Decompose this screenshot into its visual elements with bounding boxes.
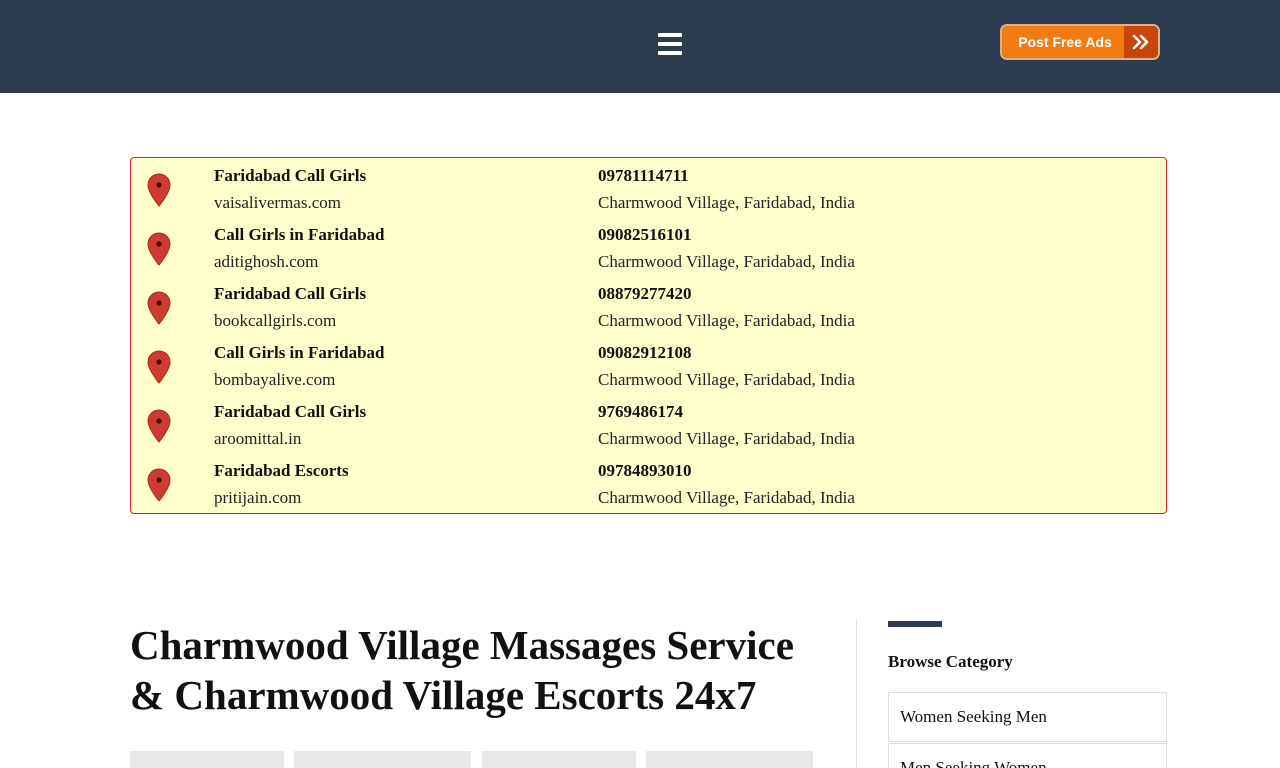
listing-row[interactable]: Faridabad Call Girls vaisalivermas.com 0… bbox=[131, 165, 1166, 221]
gallery-thumbnail[interactable] bbox=[294, 751, 471, 768]
listing-location: Charmwood Village, Faridabad, India bbox=[598, 370, 855, 389]
listing-name[interactable]: Faridabad Call Girls bbox=[214, 283, 366, 305]
listing-name[interactable]: Faridabad Escorts bbox=[214, 460, 349, 482]
listing-name[interactable]: Faridabad Call Girls bbox=[214, 165, 366, 187]
listing-phone[interactable]: 09082912108 bbox=[598, 342, 692, 364]
listing-phone[interactable]: 09784893010 bbox=[598, 460, 692, 482]
map-pin-icon bbox=[147, 173, 171, 207]
listing-phone[interactable]: 08879277420 bbox=[598, 283, 692, 305]
listing-location: Charmwood Village, Faridabad, India bbox=[598, 488, 855, 507]
page-title-line-1: Charmwood Village Massages Service bbox=[130, 622, 794, 668]
listing-location: Charmwood Village, Faridabad, India bbox=[598, 252, 855, 271]
listing-location: Charmwood Village, Faridabad, India bbox=[598, 429, 855, 448]
map-pin-icon bbox=[147, 291, 171, 325]
listing-location: Charmwood Village, Faridabad, India bbox=[598, 311, 855, 330]
listing-location: Charmwood Village, Faridabad, India bbox=[598, 193, 855, 212]
map-pin-icon bbox=[147, 409, 171, 443]
sidebar-heading: Browse Category bbox=[888, 652, 1013, 671]
listing-row[interactable]: Call Girls in Faridabad bombayalive.com … bbox=[131, 342, 1166, 398]
listing-website[interactable]: aroomittal.in bbox=[214, 428, 301, 450]
listing-website[interactable]: bookcallgirls.com bbox=[214, 310, 336, 332]
listing-phone[interactable]: 09082516101 bbox=[598, 224, 692, 246]
map-pin-icon bbox=[147, 232, 171, 266]
top-navbar: Post Free Ads bbox=[0, 0, 1280, 93]
page-title: Charmwood Village Massages Service & Cha… bbox=[130, 620, 830, 720]
gallery-thumbnail[interactable] bbox=[646, 751, 813, 768]
listing-row[interactable]: Call Girls in Faridabad aditighosh.com 0… bbox=[131, 224, 1166, 280]
listing-row[interactable]: Faridabad Escorts pritijain.com 09784893… bbox=[131, 460, 1166, 516]
listing-phone[interactable]: 9769486174 bbox=[598, 401, 683, 423]
post-free-ads-label: Post Free Ads bbox=[1002, 26, 1124, 58]
listing-website[interactable]: pritijain.com bbox=[214, 487, 301, 509]
gallery-thumbnail[interactable] bbox=[482, 751, 636, 768]
listing-website[interactable]: bombayalive.com bbox=[214, 369, 335, 391]
category-women-seeking-men[interactable]: Women Seeking Men bbox=[888, 692, 1167, 742]
listing-row[interactable]: Faridabad Call Girls aroomittal.in 97694… bbox=[131, 401, 1166, 457]
listing-website[interactable]: aditighosh.com bbox=[214, 251, 318, 273]
listing-name[interactable]: Faridabad Call Girls bbox=[214, 401, 366, 423]
listing-phone[interactable]: 09781114711 bbox=[598, 165, 689, 187]
listing-name[interactable]: Call Girls in Faridabad bbox=[214, 224, 385, 246]
listing-name[interactable]: Call Girls in Faridabad bbox=[214, 342, 385, 364]
map-pin-icon bbox=[147, 468, 171, 502]
featured-listings-box: Faridabad Call Girls vaisalivermas.com 0… bbox=[130, 157, 1167, 514]
map-pin-icon bbox=[147, 350, 171, 384]
listing-row[interactable]: Faridabad Call Girls bookcallgirls.com 0… bbox=[131, 283, 1166, 339]
gallery-thumbnail[interactable] bbox=[130, 751, 284, 768]
page-title-line-2: & Charmwood Village Escorts 24x7 bbox=[130, 672, 757, 718]
category-men-seeking-women[interactable]: Men Seeking Women bbox=[888, 743, 1167, 768]
column-divider bbox=[856, 620, 857, 768]
listing-website[interactable]: vaisalivermas.com bbox=[214, 192, 341, 214]
hamburger-icon[interactable] bbox=[652, 28, 688, 62]
double-chevron-right-icon bbox=[1124, 26, 1158, 58]
post-free-ads-button[interactable]: Post Free Ads bbox=[1000, 24, 1160, 60]
sidebar-heading-accent bbox=[888, 621, 942, 627]
